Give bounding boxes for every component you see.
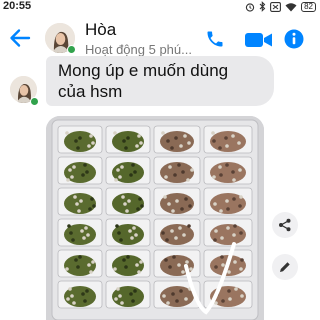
photo-attachment[interactable] (46, 116, 264, 320)
phone-icon[interactable] (205, 29, 225, 54)
info-icon[interactable] (284, 29, 304, 54)
status-time: 20:55 (3, 0, 32, 12)
status-bar: 20:55 82 (0, 0, 320, 14)
sim-icon (270, 1, 282, 12)
message-bubble[interactable]: Mong úp e muốn dùng của hsm (46, 56, 274, 106)
sender-online-indicator (30, 97, 39, 106)
share-icon[interactable] (272, 212, 298, 238)
contact-name[interactable]: Hòa (85, 20, 116, 40)
message-text-line: Mong úp e muốn dùng (58, 61, 229, 80)
back-arrow-icon[interactable] (9, 28, 31, 53)
wifi-icon (285, 2, 297, 12)
edit-icon[interactable] (272, 254, 298, 280)
contact-status: Hoạt động 5 phú... (85, 42, 192, 57)
online-indicator (67, 45, 76, 54)
alarm-icon (245, 2, 255, 12)
rhinestone-box-image (46, 116, 264, 320)
bluetooth-icon (259, 1, 266, 12)
message-text-line: của hsm (58, 82, 123, 101)
status-icons: 82 (245, 1, 316, 12)
video-camera-icon[interactable] (244, 31, 274, 54)
battery-icon: 82 (301, 1, 316, 12)
